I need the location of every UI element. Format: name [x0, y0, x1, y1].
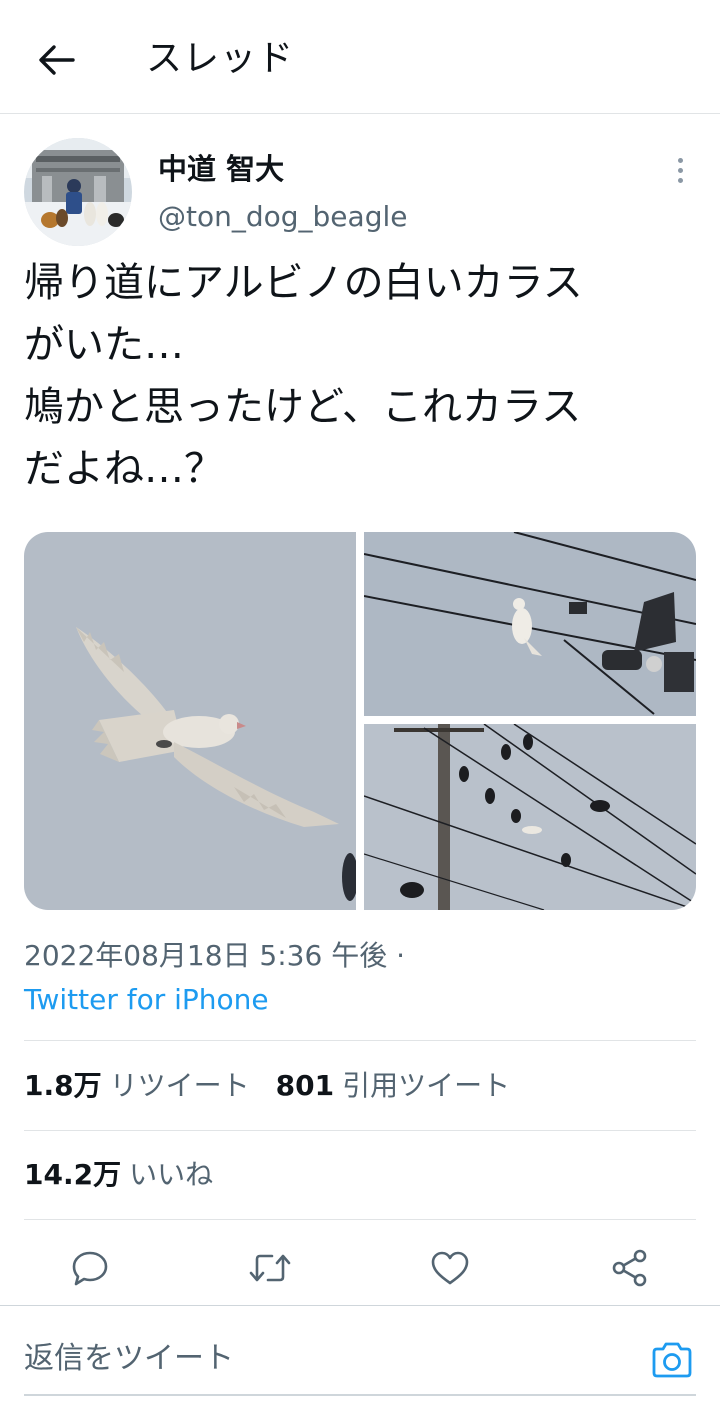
tweet-timestamp: 2022年08月18日 5:36 午後 ·	[24, 939, 405, 972]
tweet-source-link[interactable]: Twitter for iPhone	[24, 980, 269, 1020]
author-handle[interactable]: @ton_dog_beagle	[158, 198, 407, 236]
quotes-count: 801	[275, 1069, 335, 1102]
avatar-photo	[24, 138, 132, 246]
media-grid	[24, 532, 696, 910]
retweets-link[interactable]: 1.8万 リツイート	[24, 1069, 250, 1102]
retweet-stats: 1.8万 リツイート 801 引用ツイート	[24, 1066, 510, 1106]
app-header: スレッド	[0, 0, 720, 114]
divider	[24, 1130, 696, 1131]
crows-on-power-lines-photo	[364, 724, 696, 910]
retweet-icon	[249, 1254, 291, 1282]
tweet-text: 帰り道にアルビノの白いカラス がいた… 鳩かと思ったけど、これカラス だよね…？	[24, 260, 583, 492]
retweets-count: 1.8万	[24, 1069, 102, 1102]
more-vertical-icon	[677, 157, 683, 163]
reply-composer: 返信をツイート	[0, 1305, 720, 1407]
author-name[interactable]: 中道 智大	[158, 150, 284, 188]
likes-link[interactable]: 14.2万 いいね	[24, 1158, 213, 1191]
more-vertical-icon	[677, 167, 683, 173]
arrow-left-icon	[39, 45, 75, 75]
reply-button[interactable]	[68, 1246, 112, 1290]
likes-count: 14.2万	[24, 1158, 122, 1191]
white-crow-on-wire-photo	[364, 532, 696, 716]
share-button[interactable]	[608, 1246, 652, 1290]
like-button[interactable]	[428, 1246, 472, 1290]
divider	[24, 1219, 696, 1220]
likes-label: いいね	[129, 1158, 214, 1191]
avatar[interactable]	[24, 138, 132, 246]
camera-icon	[652, 1342, 692, 1378]
photo-1[interactable]	[24, 532, 356, 910]
retweets-label: リツイート	[109, 1069, 250, 1102]
more-vertical-icon	[677, 177, 683, 183]
like-icon	[431, 1251, 469, 1285]
retweet-button[interactable]	[248, 1246, 292, 1290]
quotes-link[interactable]: 801 引用ツイート	[276, 1069, 510, 1102]
white-crow-flying-photo	[24, 532, 356, 910]
page-title: スレッド	[146, 38, 295, 79]
photo-3[interactable]	[364, 724, 696, 910]
share-icon	[612, 1249, 647, 1287]
reply-input-underline	[24, 1394, 696, 1396]
like-stats: 14.2万 いいね	[24, 1155, 213, 1195]
more-options-button[interactable]	[664, 152, 696, 188]
photo-2[interactable]	[364, 532, 696, 716]
reply-icon	[72, 1251, 108, 1286]
quotes-label: 引用ツイート	[342, 1069, 511, 1102]
reply-input[interactable]: 返信をツイート	[24, 1338, 234, 1380]
back-button[interactable]	[30, 38, 82, 82]
camera-button[interactable]	[648, 1336, 696, 1384]
action-bar	[0, 1242, 720, 1294]
divider	[24, 1040, 696, 1041]
